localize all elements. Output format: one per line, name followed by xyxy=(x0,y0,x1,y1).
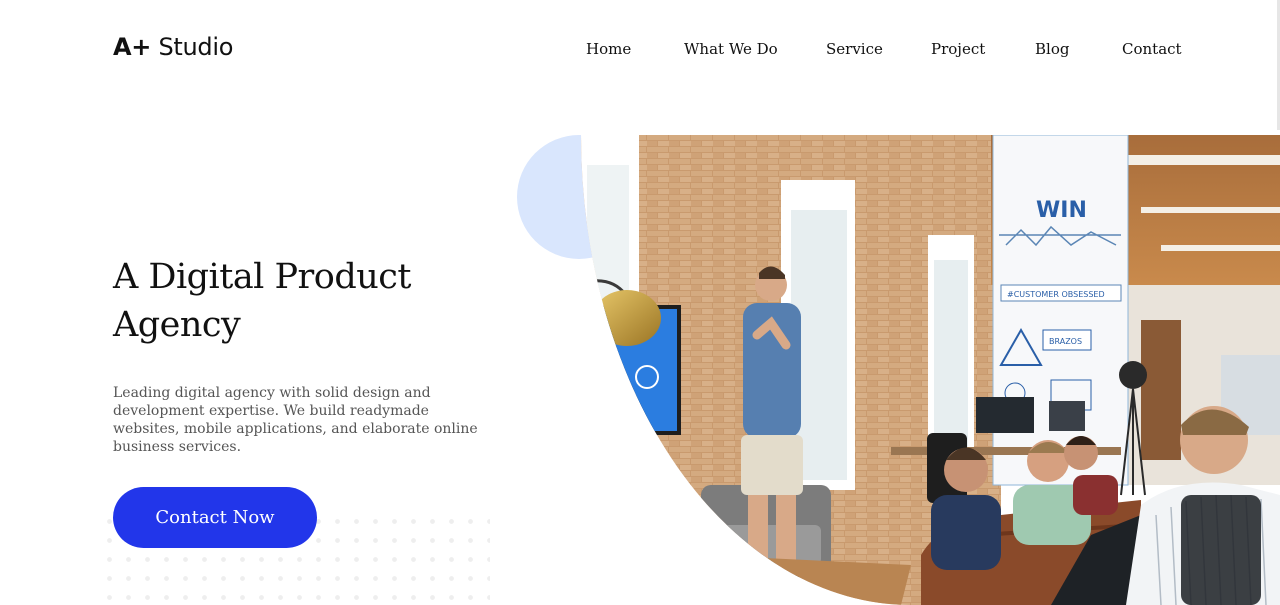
nav-item-service[interactable]: Service xyxy=(826,40,883,58)
screen-line-1: Proof xyxy=(587,363,611,373)
hero-image: WIN #CUSTOMER OBSESSED BRAZOS Proof HAND… xyxy=(581,135,1280,605)
poster-customer-text: #CUSTOMER OBSESSED xyxy=(1007,290,1105,299)
nav-item-project[interactable]: Project xyxy=(931,40,985,58)
hero-description: Leading digital agency with solid design… xyxy=(113,385,478,455)
site-header: A+ Studio Home What We Do Service Projec… xyxy=(0,0,1280,100)
screen-line-2: HANDS xyxy=(587,374,623,384)
nav-item-what-we-do[interactable]: What We Do xyxy=(684,40,778,58)
poster-win-text: WIN xyxy=(1036,198,1087,223)
main-nav: Home What We Do Service Project Blog Con… xyxy=(0,40,1280,60)
poster-brands-text: BRAZOS xyxy=(1049,337,1082,346)
hero-title: A Digital Product Agency xyxy=(113,257,411,345)
nav-item-home[interactable]: Home xyxy=(586,40,631,58)
nav-item-contact[interactable]: Contact xyxy=(1122,40,1182,58)
contact-now-button[interactable]: Contact Now xyxy=(113,487,317,548)
nav-item-blog[interactable]: Blog xyxy=(1035,40,1069,58)
